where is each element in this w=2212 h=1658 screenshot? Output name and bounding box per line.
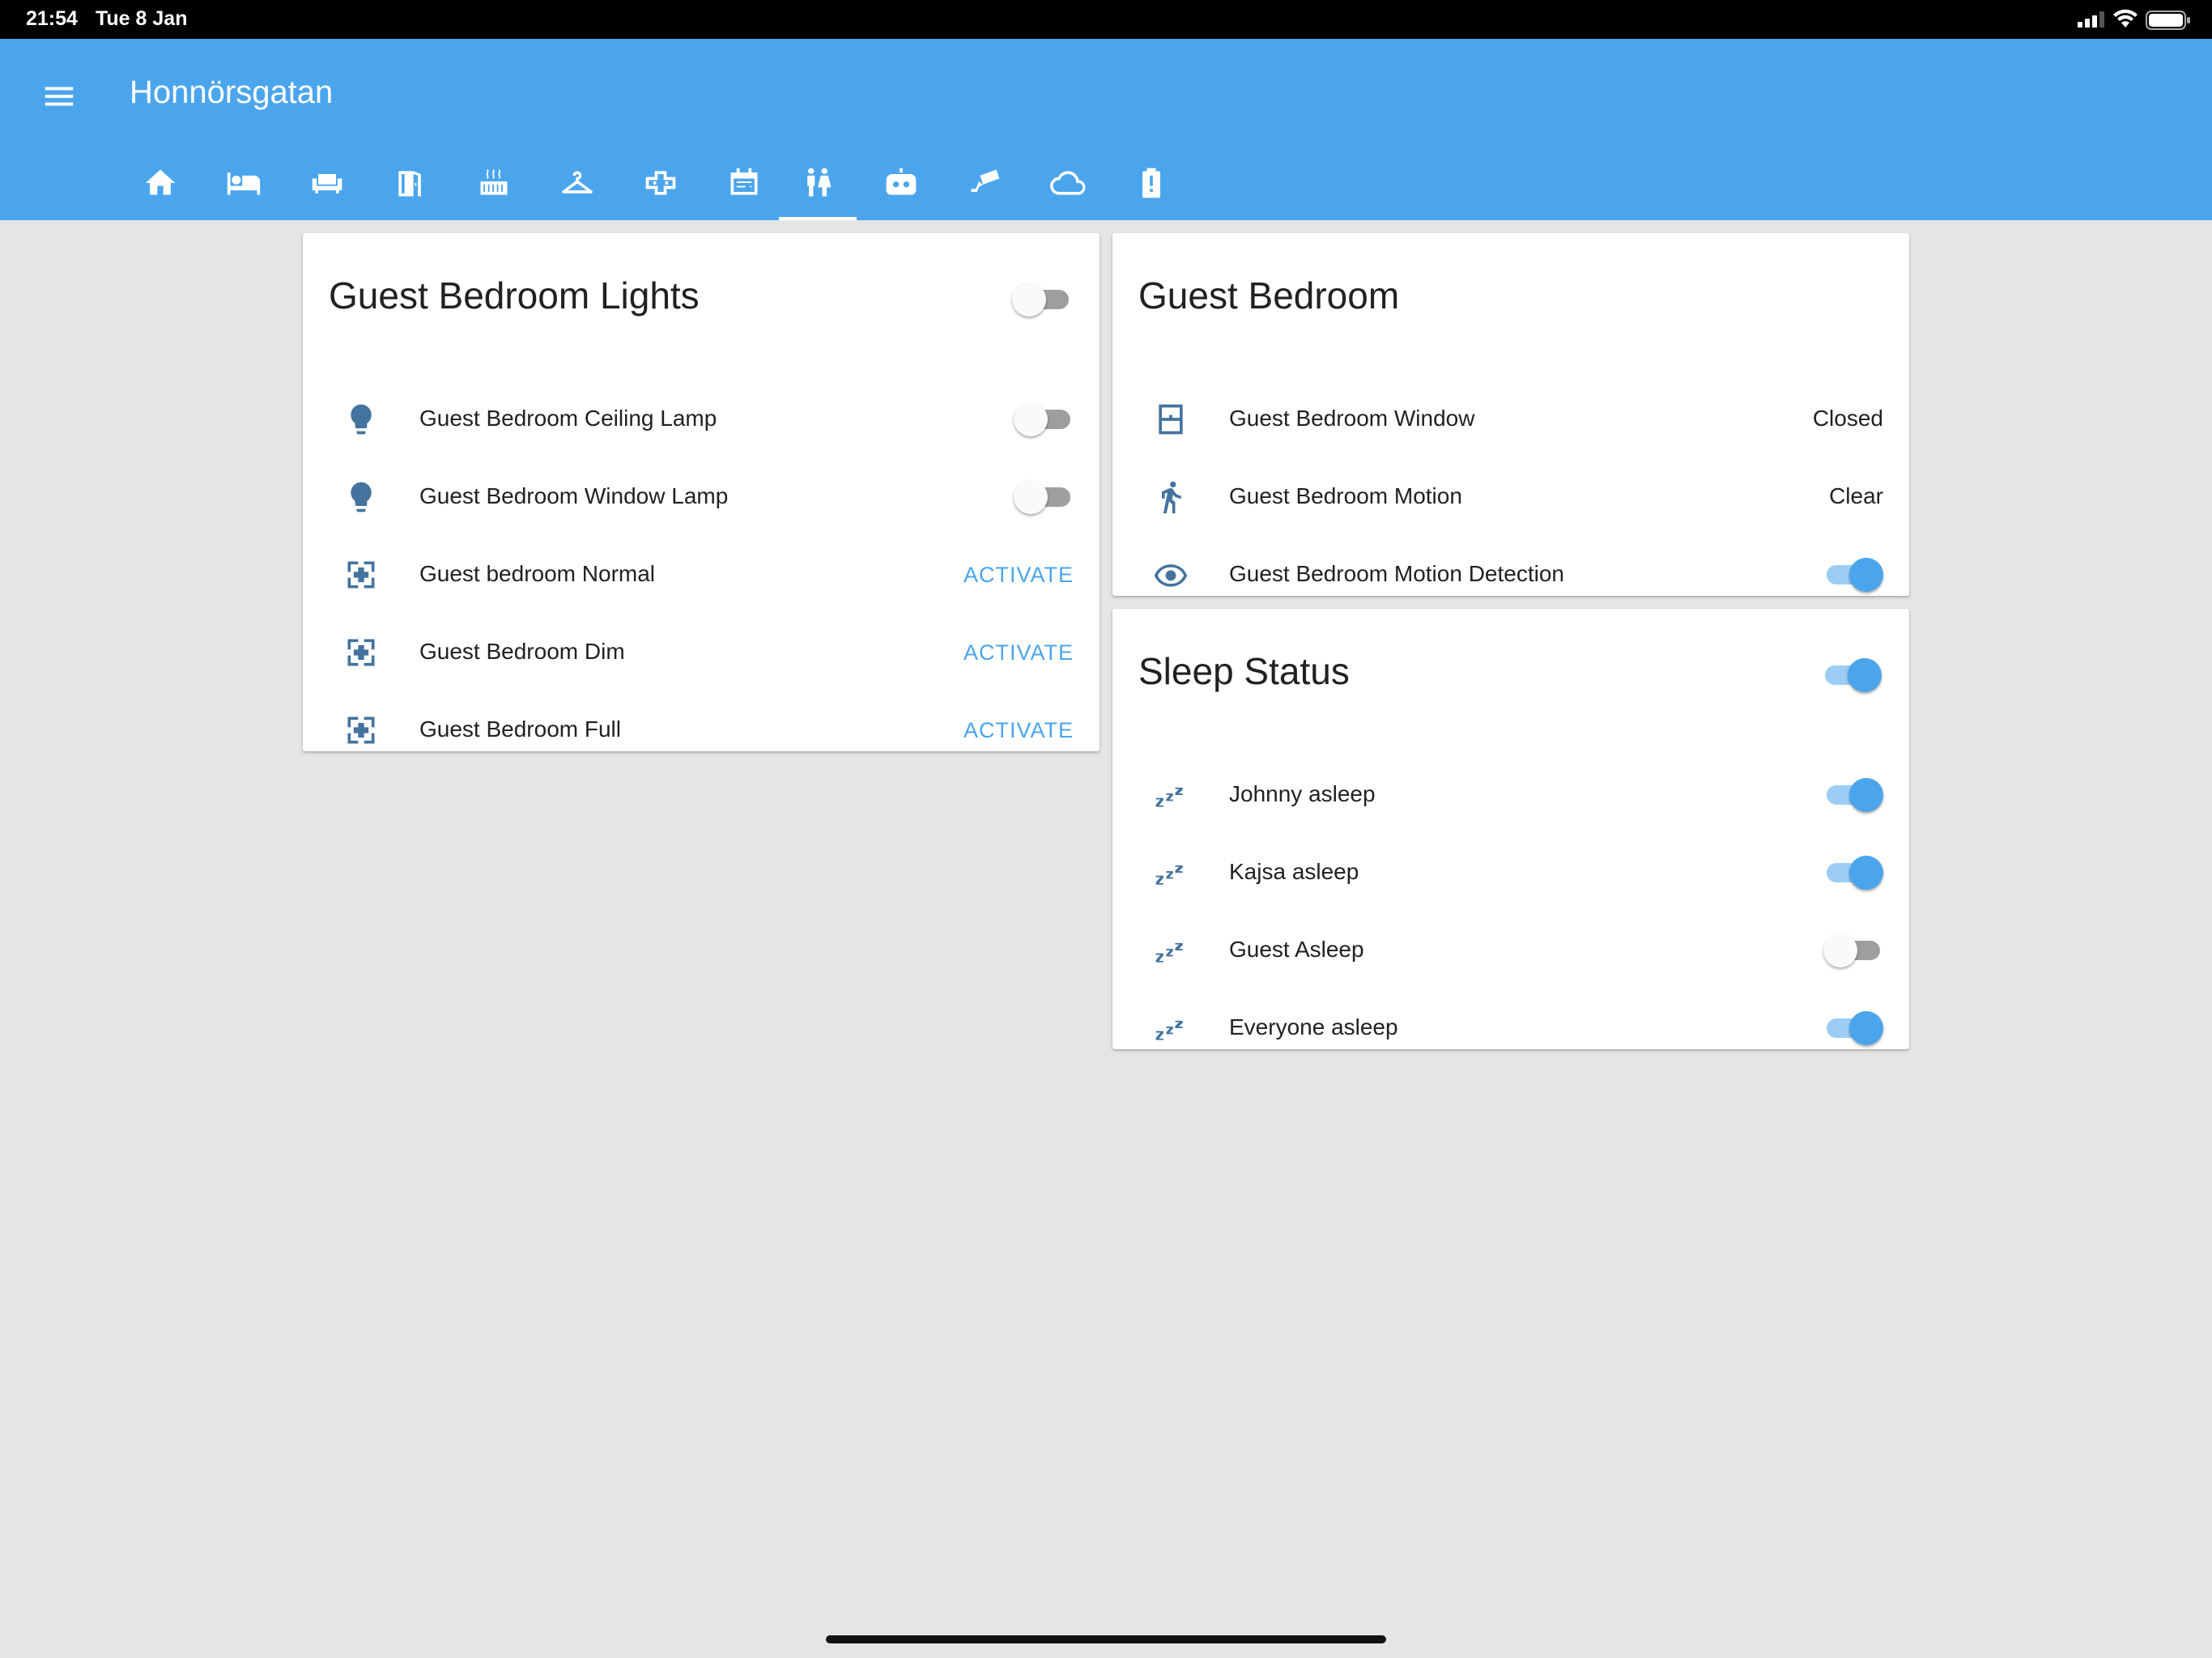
lights-master-toggle[interactable] [1012, 278, 1072, 317]
calendar-icon [730, 168, 758, 195]
window-state: Closed [1812, 406, 1883, 431]
bed-icon [227, 172, 261, 195]
tab-living-room[interactable] [288, 151, 366, 220]
lightbulb-icon [351, 404, 372, 435]
sleep-icon [1155, 1020, 1183, 1040]
motion-detection-label: Guest Bedroom Motion Detection [1229, 561, 1564, 586]
door-icon [398, 171, 421, 197]
tab-heating[interactable] [455, 151, 533, 220]
window-lamp-label: Guest Bedroom Window Lamp [419, 483, 729, 508]
list-item: Guest Asleep [1112, 912, 1909, 989]
lights-card: Guest Bedroom Lights Guest Bedroom Ceili… [303, 233, 1100, 751]
battery-icon [1142, 168, 1160, 198]
garage-icon [645, 171, 676, 195]
bedroom-card-title: Guest Bedroom [1138, 274, 1400, 317]
motion-label: Guest Bedroom Motion [1229, 483, 1462, 508]
johnny-asleep-toggle[interactable] [1823, 774, 1883, 812]
tab-people[interactable] [779, 151, 857, 220]
home-icon [145, 169, 176, 195]
battery-status-icon [2146, 11, 2190, 30]
tab-battery[interactable] [1112, 151, 1190, 220]
sofa-icon [312, 174, 342, 193]
tab-robot[interactable] [862, 151, 940, 220]
status-date: Tue 8 Jan [96, 7, 188, 30]
eye-icon [1154, 564, 1188, 587]
motion-detection-toggle[interactable] [1823, 554, 1883, 592]
list-item: Guest Bedroom Ceiling Lamp [303, 380, 1100, 458]
scene-normal-label: Guest bedroom Normal [419, 561, 656, 586]
lights-card-title: Guest Bedroom Lights [329, 274, 700, 317]
app-header: Honnörsgatan [0, 39, 2212, 220]
tab-home[interactable] [121, 151, 199, 220]
ceiling-lamp-label: Guest Bedroom Ceiling Lamp [419, 406, 717, 431]
scene-icon [347, 716, 375, 744]
list-item: Kajsa asleep [1112, 834, 1909, 912]
hanger-icon [562, 171, 593, 193]
guest-asleep-label: Guest Asleep [1229, 937, 1364, 962]
radiator-icon [480, 169, 508, 195]
window-lamp-toggle[interactable] [1014, 476, 1074, 514]
walking-icon [1162, 481, 1181, 514]
hamburger-menu-icon[interactable] [40, 78, 78, 115]
sleep-card-title: Sleep Status [1138, 650, 1350, 692]
scene-icon [347, 561, 375, 589]
activate-dim-button[interactable]: ACTIVATE [963, 640, 1074, 665]
list-item[interactable]: Guest Bedroom Motion Clear [1112, 458, 1909, 536]
status-time: 21:54 [26, 7, 78, 30]
tab-bedroom[interactable] [205, 151, 283, 220]
list-item: Guest Bedroom Full ACTIVATE [303, 691, 1100, 769]
sleep-master-toggle[interactable] [1822, 654, 1882, 692]
list-item: Johnny asleep [1112, 756, 1909, 834]
window-icon [1159, 404, 1183, 435]
lightbulb-icon [351, 482, 372, 512]
cellular-signal-icon [2078, 11, 2104, 28]
people-icon [807, 168, 832, 197]
kajsa-asleep-toggle[interactable] [1823, 852, 1883, 890]
activate-full-button[interactable]: ACTIVATE [963, 718, 1074, 743]
tab-calendar[interactable] [705, 151, 783, 220]
app-title: Honnörsgatan [130, 74, 334, 110]
sleep-card: Sleep Status Johnny asleep Kajsa asleep … [1112, 609, 1909, 1049]
scene-full-label: Guest Bedroom Full [419, 716, 621, 742]
tab-security[interactable] [946, 151, 1023, 220]
ceiling-lamp-toggle[interactable] [1014, 398, 1074, 436]
sleep-icon [1155, 942, 1183, 963]
tab-weather[interactable] [1029, 151, 1107, 220]
list-item: Guest Bedroom Motion Detection [1112, 536, 1909, 614]
sleep-icon [1155, 865, 1183, 885]
activate-normal-button[interactable]: ACTIVATE [963, 563, 1074, 588]
tab-door[interactable] [372, 151, 449, 220]
everyone-asleep-toggle[interactable] [1823, 1007, 1883, 1045]
list-item: Guest Bedroom Window Lamp [303, 458, 1100, 536]
guest-asleep-toggle[interactable] [1823, 929, 1883, 967]
home-indicator[interactable] [826, 1635, 1386, 1643]
johnny-asleep-label: Johnny asleep [1229, 781, 1376, 806]
list-item: Guest bedroom Normal ACTIVATE [303, 536, 1100, 614]
list-item[interactable]: Guest Bedroom Window Closed [1112, 380, 1909, 458]
tab-wardrobe[interactable] [538, 151, 616, 220]
scene-dim-label: Guest Bedroom Dim [419, 639, 625, 664]
robot-icon [886, 168, 917, 195]
scene-icon [347, 639, 375, 666]
cloud-icon [1050, 171, 1086, 195]
wifi-icon [2113, 9, 2138, 28]
window-label: Guest Bedroom Window [1229, 406, 1475, 431]
sleep-icon [1155, 787, 1183, 807]
list-item: Guest Bedroom Dim ACTIVATE [303, 614, 1100, 691]
tab-garage[interactable] [622, 151, 700, 220]
kajsa-asleep-label: Kajsa asleep [1229, 859, 1359, 884]
everyone-asleep-label: Everyone asleep [1229, 1014, 1398, 1039]
bedroom-card: Guest Bedroom Guest Bedroom Window Close… [1112, 233, 1909, 596]
status-bar: 21:54 Tue 8 Jan [0, 0, 2212, 39]
camera-icon [971, 169, 1000, 192]
list-item: Everyone asleep [1112, 989, 1909, 1067]
motion-state: Clear [1829, 483, 1883, 508]
